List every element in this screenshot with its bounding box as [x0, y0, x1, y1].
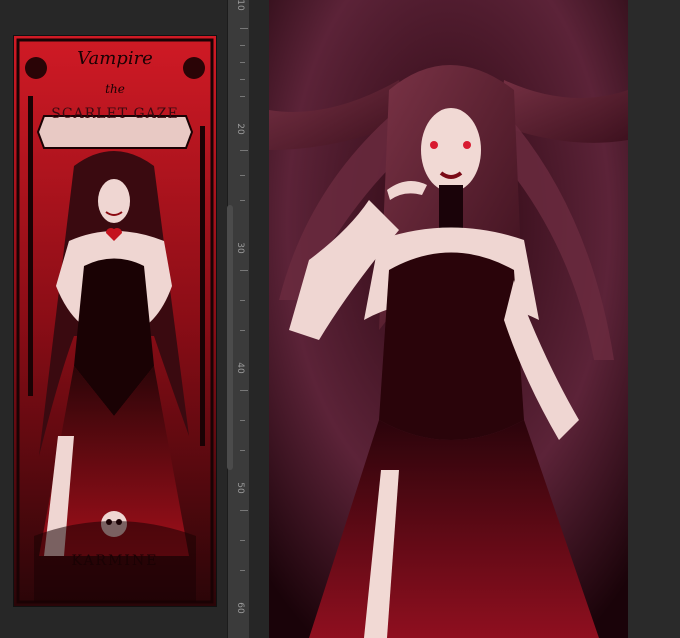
card-title-the: the	[105, 82, 125, 96]
card-title-vampire: Vampire	[77, 48, 153, 69]
ruler-tick	[240, 96, 245, 97]
ruler-tick	[240, 79, 245, 80]
ruler-tick	[240, 570, 245, 571]
illustration-canvas[interactable]	[269, 0, 628, 638]
ruler-label-40: 40	[235, 362, 245, 374]
ruler-label-20: 20	[235, 123, 245, 135]
vampire-illustration	[269, 0, 628, 638]
ruler-tick	[240, 390, 248, 391]
ruler-tick	[240, 28, 248, 29]
ruler-tick	[240, 540, 245, 541]
card-banner-text: SCARLET GAZE	[51, 106, 179, 122]
ruler-tick	[240, 45, 245, 46]
card-bottom-name: KARMINE	[71, 553, 159, 569]
ruler-tick	[240, 510, 248, 511]
ruler-label-60: 60	[235, 602, 245, 614]
ruler-tick	[240, 270, 248, 271]
tarot-card-canvas[interactable]: Vampire the SCARLET GAZE KARMINE	[14, 36, 216, 606]
ruler-tick	[240, 420, 245, 421]
ruler-tick	[240, 150, 248, 151]
ruler-tick	[240, 200, 245, 201]
ruler-tick	[240, 330, 245, 331]
ruler-tick	[240, 62, 245, 63]
ruler-label-10: 10	[235, 0, 245, 11]
ruler-scrollbar[interactable]	[227, 205, 233, 470]
ruler-tick	[240, 450, 245, 451]
canvas-workspace: Vampire the SCARLET GAZE KARMINE 10 20 3…	[0, 0, 680, 638]
ruler-tick	[240, 175, 245, 176]
canvas-gutter	[249, 0, 269, 638]
ruler-label-30: 30	[235, 242, 245, 254]
ruler-tick	[240, 300, 245, 301]
ruler-label-50: 50	[235, 482, 245, 494]
right-gutter	[628, 0, 680, 638]
